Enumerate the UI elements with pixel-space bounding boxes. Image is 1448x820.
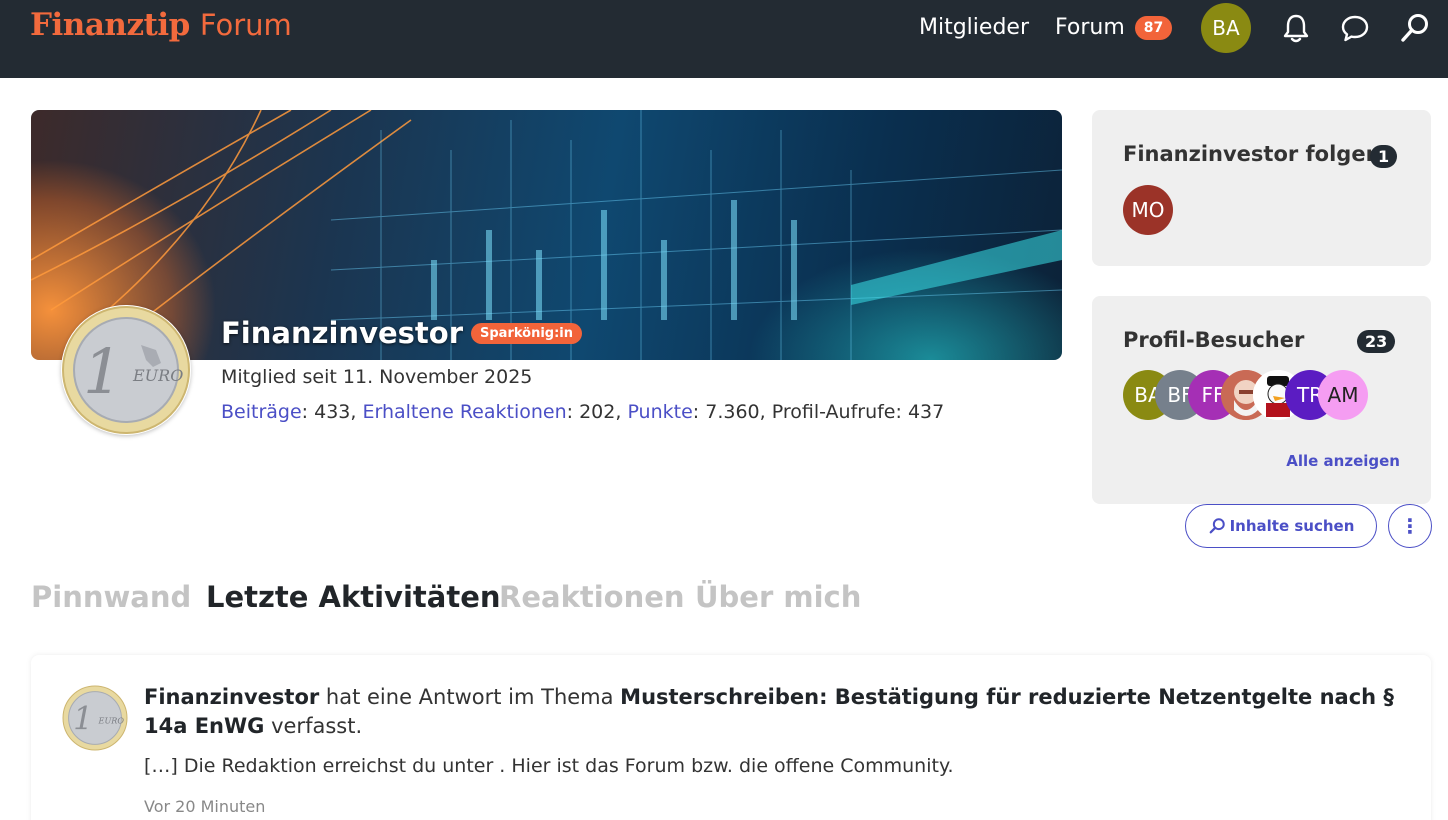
nav-forum-link[interactable]: Forum 87 [1055,15,1173,40]
user-avatar[interactable]: BA [1201,3,1251,53]
points-and-views: : 7.360, Profil-Aufrufe: 437 [692,401,945,423]
nav-members-link[interactable]: Mitglieder [919,15,1029,40]
logo-forum: Forum [199,8,292,42]
posts-count: : 433, [301,401,363,423]
tab-reactions[interactable]: Reaktionen [499,580,685,614]
search-icon[interactable] [1399,12,1431,44]
search-content-label: Inhalte suchen [1229,517,1355,535]
points-link[interactable]: Punkte [627,401,692,423]
logo-brand: Finanztip [30,7,190,43]
activity-suffix: verfasst. [264,714,363,738]
visitor-avatar[interactable]: AM [1318,370,1368,420]
activity-item: 1 EURO Finanzinvestor hat eine Antwort i… [31,655,1431,820]
activity-author-link[interactable]: Finanzinvestor [144,685,319,709]
profile-stats: Beiträge: 433, Erhaltene Reaktionen: 202… [221,401,944,423]
tab-latest-activity[interactable]: Letzte Aktivitäten [206,580,501,614]
profile-username: Finanzinvestor [221,316,463,350]
profile-avatar[interactable]: 1 EURO [61,305,191,435]
profile-name-row: Finanzinvestor Sparkönig:in [221,316,583,350]
svg-text:EURO: EURO [98,716,125,726]
activity-text: Finanzinvestor hat eine Antwort im Thema… [144,683,1394,741]
activity-action: hat eine Antwort im Thema [319,685,621,709]
nav-forum-label: Forum [1055,15,1125,40]
posts-link[interactable]: Beiträge [221,401,302,423]
follow-count-badge: 1 [1370,145,1398,168]
activity-time[interactable]: Vor 20 Minuten [144,797,265,816]
tab-about[interactable]: Über mich [695,580,861,614]
activity-author-avatar[interactable]: 1 EURO [62,685,128,751]
follow-card: Finanzinvestor folgen 1 MO [1092,110,1431,266]
reactions-count: : 202, [566,401,628,423]
visitors-card: Profil-Besucher 23 BA BF FF TR AM Alle a… [1092,296,1431,504]
euro-coin-image: 1 EURO [62,306,190,434]
search-content-button[interactable]: Inhalte suchen [1185,504,1377,548]
rank-badge: Sparkönig:in [471,322,583,344]
search-icon [1209,518,1225,534]
forum-unread-badge: 87 [1134,15,1173,40]
visitors-title: Profil-Besucher [1123,328,1305,352]
top-navigation-bar: Finanztip Forum Mitglieder Forum 87 BA [0,0,1448,78]
reactions-link[interactable]: Erhaltene Reaktionen [362,401,566,423]
activity-snippet: […] Die Redaktion erreichst du unter . H… [144,755,954,777]
site-logo[interactable]: Finanztip Forum [30,7,292,43]
bell-icon[interactable] [1280,12,1312,44]
chat-icon[interactable] [1339,12,1371,44]
svg-text:EURO: EURO [132,366,183,385]
svg-text:1: 1 [73,702,93,738]
more-options-button[interactable]: ⋮ [1388,504,1432,548]
follow-title[interactable]: Finanzinvestor folgen [1123,142,1381,166]
show-all-visitors-link[interactable]: Alle anzeigen [1286,452,1400,470]
visitors-count-badge: 23 [1357,330,1396,353]
member-since: Mitglied seit 11. November 2025 [221,366,533,388]
svg-text:1: 1 [83,335,122,408]
tab-wall[interactable]: Pinnwand [31,580,191,614]
follower-avatar[interactable]: MO [1123,185,1173,235]
